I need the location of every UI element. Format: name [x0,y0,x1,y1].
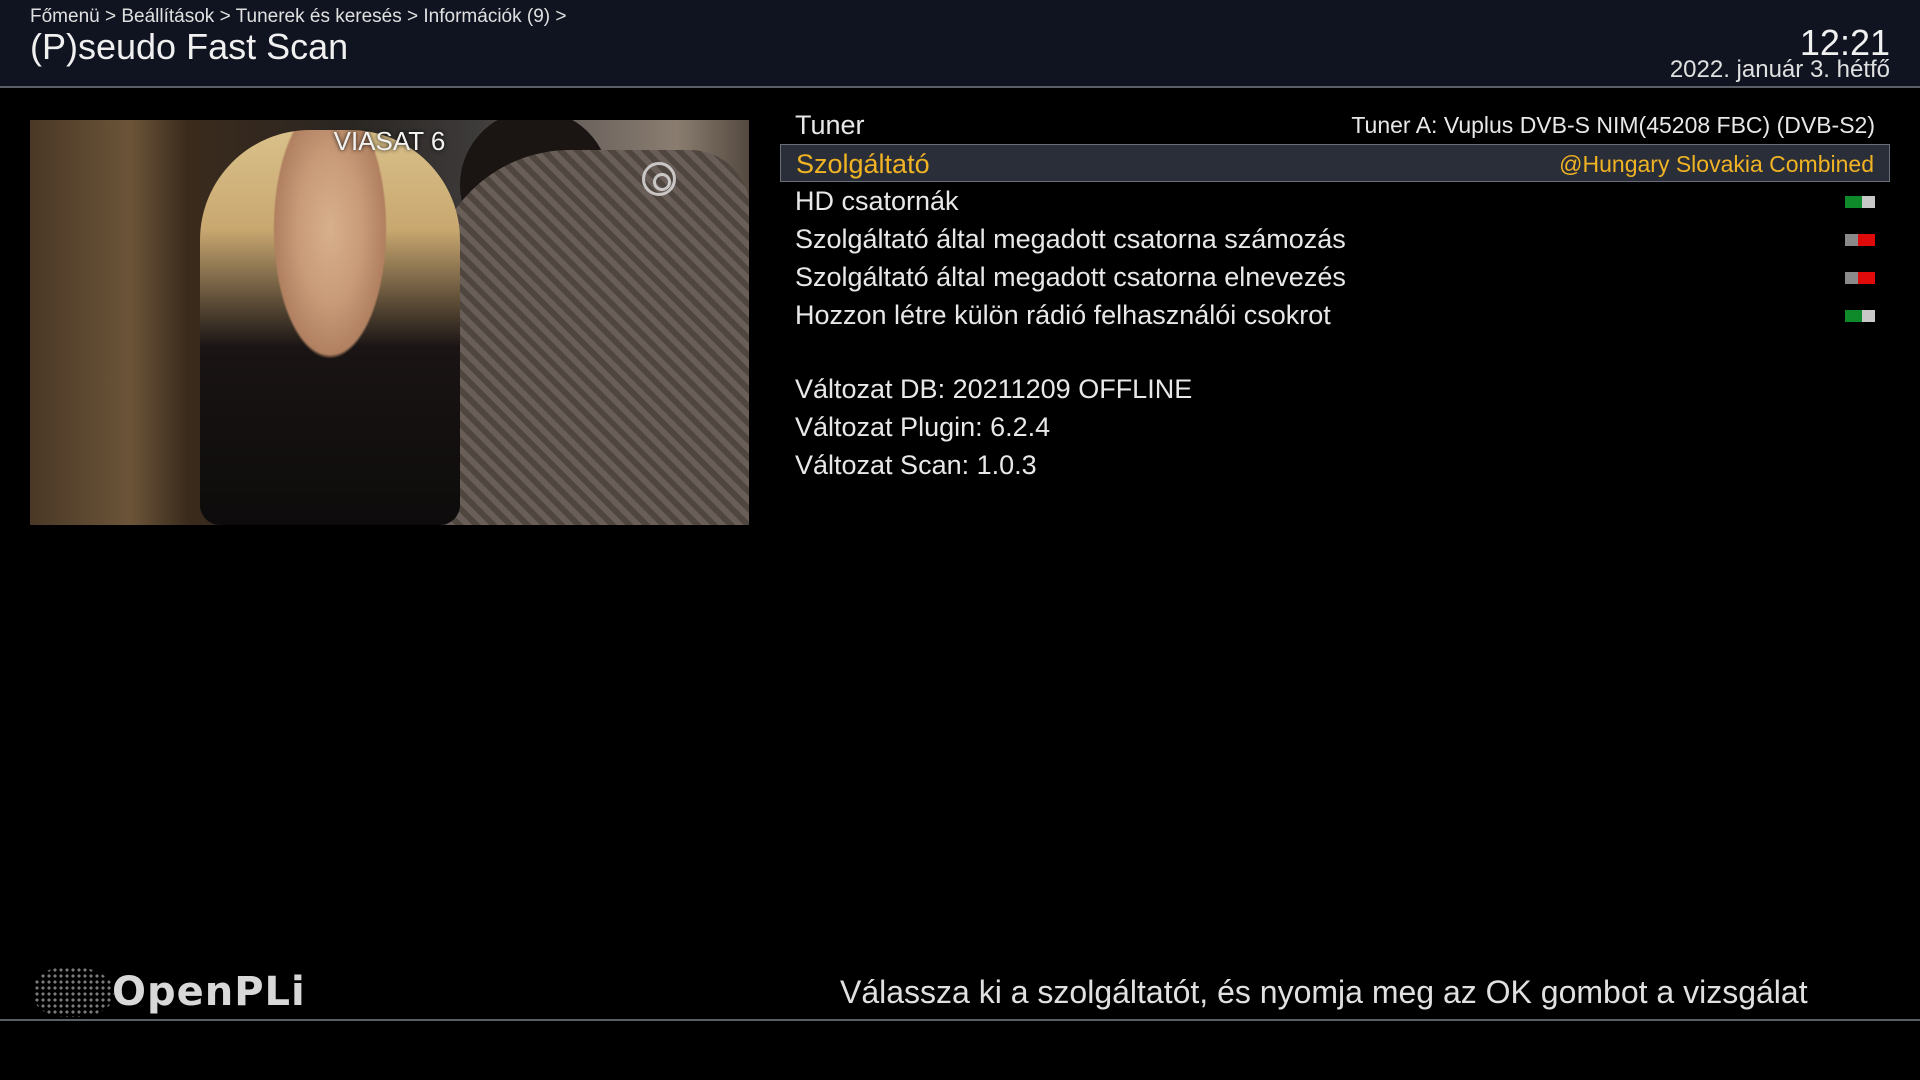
setting-provider[interactable]: Szolgáltató @Hungary Slovakia Combined [780,144,1890,182]
setting-provider-naming[interactable]: Szolgáltató által megadott csatorna elne… [780,258,1890,296]
setting-label: HD csatornák [795,186,959,216]
version-plugin: Változat Plugin: 6.2.4 [795,412,1051,442]
setting-label: Szolgáltató által megadott csatorna elne… [795,262,1346,292]
date: 2022. január 3. hétfő [1669,56,1890,83]
preview-scene [200,130,460,525]
version-db: Változat DB: 20211209 OFFLINE [795,374,1193,404]
version-info: Változat DB: 20211209 OFFLINE Változat P… [795,370,1192,484]
footer-divider [0,1019,1920,1021]
openpli-globe-icon [34,967,114,1017]
setting-radio-bouquets[interactable]: Hozzon létre külön rádió felhasználói cs… [780,296,1890,334]
tv-preview: VIASAT 6 [30,120,749,525]
channel-name: VIASAT 6 [333,126,446,156]
setting-tuner[interactable]: Tuner Tuner A: Vuplus DVB-S NIM(45208 FB… [780,106,1890,144]
toggle-off-icon[interactable] [1845,234,1875,246]
setting-label: Szolgáltató által megadott csatorna szám… [795,224,1346,254]
setting-label: Tuner [795,110,865,140]
setting-label: Hozzon létre külön rádió felhasználói cs… [795,300,1331,330]
toggle-on-icon[interactable] [1845,196,1875,208]
page-title: (P)seudo Fast Scan [30,26,349,67]
setting-provider-numbering[interactable]: Szolgáltató által megadott csatorna szám… [780,220,1890,258]
toggle-on-icon[interactable] [1845,310,1875,322]
header-bar: Főmenü > Beállítások > Tunerek és keresé… [0,0,1920,88]
toggle-off-icon[interactable] [1845,272,1875,284]
help-text: Válassza ki a szolgáltatót, és nyomja me… [840,974,1808,1010]
version-scan: Változat Scan: 1.0.3 [795,450,1037,480]
openpli-logo: OpenPLi [34,966,306,1018]
settings-list: Tuner Tuner A: Vuplus DVB-S NIM(45208 FB… [780,106,1890,334]
setting-label: Szolgáltató [796,149,930,179]
brand-name: OpenPLi [112,969,306,1015]
breadcrumb: Főmenü > Beállítások > Tunerek és keresé… [30,6,567,27]
preview-scene [430,150,749,525]
setting-hd-channels[interactable]: HD csatornák [780,182,1890,220]
viasat-logo-icon [642,162,676,196]
setting-value: @Hungary Slovakia Combined [1559,151,1874,177]
setting-value: Tuner A: Vuplus DVB-S NIM(45208 FBC) (DV… [1351,112,1875,138]
